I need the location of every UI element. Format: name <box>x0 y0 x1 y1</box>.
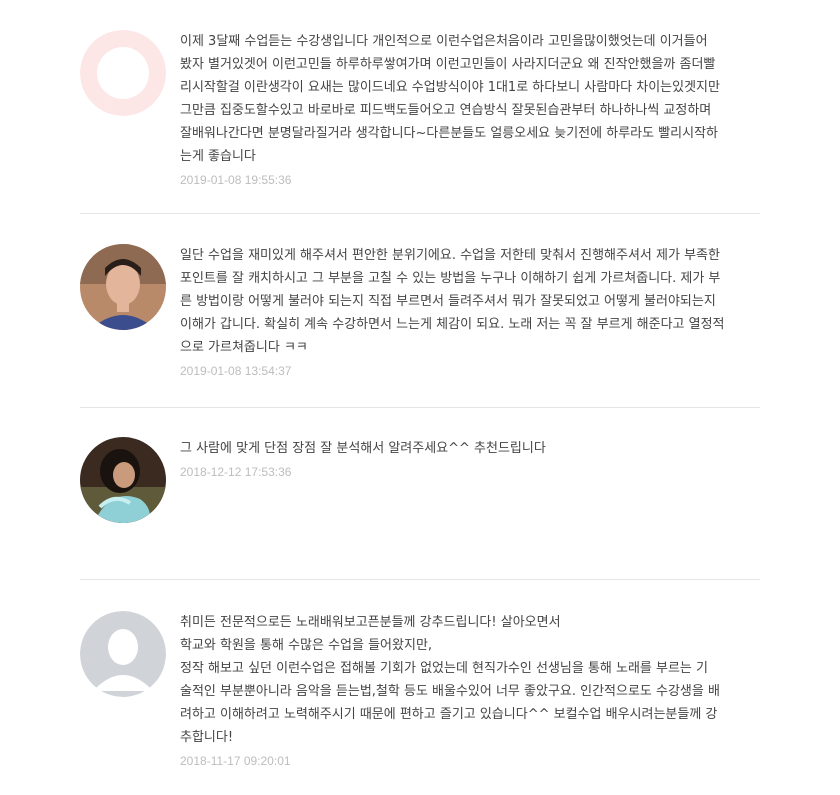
review-text: 일단 수업을 재미있게 해주셔서 편안한 분위기에요. 수업을 저한테 맞춰서 … <box>180 244 760 359</box>
review-text-line: 그 사람에 맞게 단점 장점 잘 분석해서 알려주세요^^ 추천드립니다 <box>180 441 546 456</box>
review-text-line: 봤자 별거있겟어 이런고민들 하루하루쌓여가며 이런고민들이 사라지더군요 왜 … <box>180 57 716 72</box>
divider <box>80 579 760 580</box>
review-text-line: 취미든 전문적으로든 노래배워보고픈분들께 강추드립니다! 살아오면서 <box>180 615 561 630</box>
review-text-line: 려하고 이해하려고 노력해주시기 때문에 편하고 즐기고 있습니다^^ 보컬수업… <box>180 707 718 722</box>
review-date: 2018-12-12 17:53:36 <box>180 465 292 479</box>
review-text-line: 잘배워나간다면 분명달라질거라 생각합니다~다른분들도 얼릉오세요 늦기전에 하… <box>180 126 719 141</box>
review-text-line: 포인트를 잘 캐치하시고 그 부분을 고칠 수 있는 방법을 누구나 이해하기 … <box>180 271 721 286</box>
review-text-line: 그만큼 집중도할수있고 바로바로 피드백도들어오고 연습방식 잘못된습관부터 하… <box>180 103 712 118</box>
review-text: 이제 3달째 수업듣는 수강생입니다 개인적으로 이런수업은처음이라 고민을많이… <box>180 30 760 168</box>
review-text-line: 학교와 학원을 통해 수많은 수업을 들어왔지만, <box>180 638 433 653</box>
review-text-line: 리시작할걸 이란생각이 요새는 많이드네요 수업방식이야 1대1로 하다보니 사… <box>180 80 720 95</box>
review-content: 취미든 전문적으로든 노래배워보고픈분들께 강추드립니다! 살아오면서 학교와 … <box>180 611 760 771</box>
review-date: 2019-01-08 19:55:36 <box>180 173 292 187</box>
divider <box>80 407 760 408</box>
review-text-line: 른 방법이랑 어떻게 불러야 되는지 직접 부르면서 들려주셔서 뭐가 잘못되었… <box>180 294 716 309</box>
review-content: 이제 3달째 수업듣는 수강생입니다 개인적으로 이런수업은처음이라 고민을많이… <box>180 30 760 190</box>
review-content: 그 사람에 맞게 단점 장점 잘 분석해서 알려주세요^^ 추천드립니다 201… <box>180 437 760 482</box>
review-text-line: 이해가 갑니다. 확실히 계속 수강하면서 느는게 체감이 되요. 노래 저는 … <box>180 317 725 332</box>
user-photo-avatar <box>80 437 166 523</box>
review-text-line: 술적인 부분뿐아니라 음악을 듣는법,철학 등도 배울수있어 너무 좋았구요. … <box>180 684 720 699</box>
default-avatar-gray-icon <box>80 611 166 697</box>
review-text-line: 이제 3달째 수업듣는 수강생입니다 개인적으로 이런수업은처음이라 고민을많이… <box>180 34 708 49</box>
review-content: 일단 수업을 재미있게 해주셔서 편안한 분위기에요. 수업을 저한테 맞춰서 … <box>180 244 760 381</box>
review-text-line: 는게 좋습니다 <box>180 149 256 164</box>
review-text: 그 사람에 맞게 단점 장점 잘 분석해서 알려주세요^^ 추천드립니다 <box>180 437 760 460</box>
review-date: 2018-11-17 09:20:01 <box>180 754 291 768</box>
default-avatar-pink-icon <box>80 30 166 116</box>
review-date: 2019-01-08 13:54:37 <box>180 364 292 378</box>
review-text-line: 추합니다! <box>180 730 234 745</box>
user-photo-avatar <box>80 244 166 330</box>
divider <box>80 213 760 214</box>
review-text: 취미든 전문적으로든 노래배워보고픈분들께 강추드립니다! 살아오면서 학교와 … <box>180 611 760 749</box>
review-text-line: 으로 가르쳐줍니다 ㅋㅋ <box>180 340 308 355</box>
review-list: 이제 3달째 수업듣는 수강생입니다 개인적으로 이런수업은처음이라 고민을많이… <box>0 0 840 795</box>
review-text-line: 일단 수업을 재미있게 해주셔서 편안한 분위기에요. 수업을 저한테 맞춰서 … <box>180 248 720 263</box>
review-text-line: 정작 해보고 싶던 이런수업은 접해볼 기회가 없었는데 현직가수인 선생님을 … <box>180 661 708 676</box>
